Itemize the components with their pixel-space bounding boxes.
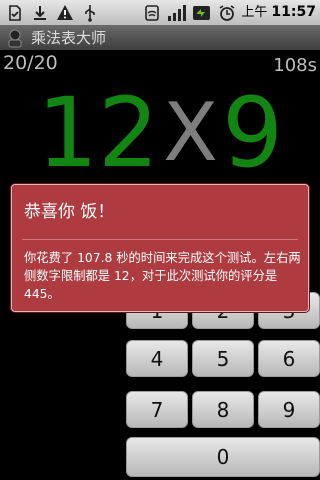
warning-icon xyxy=(54,2,75,23)
key-6[interactable]: 6 xyxy=(258,340,320,377)
dialog-divider xyxy=(22,239,298,240)
signal-icon xyxy=(166,2,187,23)
timer: 108s xyxy=(273,55,317,76)
right-operand: 9 xyxy=(221,77,284,189)
usb-icon xyxy=(79,2,100,23)
dialog-title: 恭喜你 饭！ xyxy=(24,202,115,222)
question-progress: 20/20 xyxy=(3,52,58,74)
battery-icon xyxy=(191,2,212,23)
key-8[interactable]: 8 xyxy=(192,391,254,428)
title-bar: 乘法表大师 xyxy=(0,25,320,50)
clock-time: 11:57 xyxy=(271,4,316,20)
dialog-message: 你花费了 107.8 秒的时间来完成这个测试。左右两侧数字限制都是 12，对于此… xyxy=(24,251,301,301)
key-4[interactable]: 4 xyxy=(126,340,188,377)
question-display: 12 X 9 xyxy=(0,78,320,188)
operator: X xyxy=(163,86,218,179)
result-dialog[interactable]: 恭喜你 饭！ 你花费了 107.8 秒的时间来完成这个测试。左右两侧数字限制都是… xyxy=(11,184,309,312)
key-7[interactable]: 7 xyxy=(126,391,188,428)
key-5[interactable]: 5 xyxy=(192,340,254,377)
left-operand: 12 xyxy=(36,77,160,189)
status-bar: 上午 11:57 xyxy=(0,0,320,25)
alarm-icon xyxy=(216,2,237,23)
download-icon xyxy=(29,2,50,23)
status-clock: 上午 11:57 xyxy=(241,2,316,23)
app-title: 乘法表大师 xyxy=(31,29,107,47)
app-logo-icon xyxy=(5,28,25,48)
key-9[interactable]: 9 xyxy=(258,391,320,428)
download-done-icon xyxy=(4,2,25,23)
wifi-icon xyxy=(141,2,162,23)
key-0[interactable]: 0 xyxy=(126,437,320,477)
clock-ampm: 上午 xyxy=(241,5,268,20)
